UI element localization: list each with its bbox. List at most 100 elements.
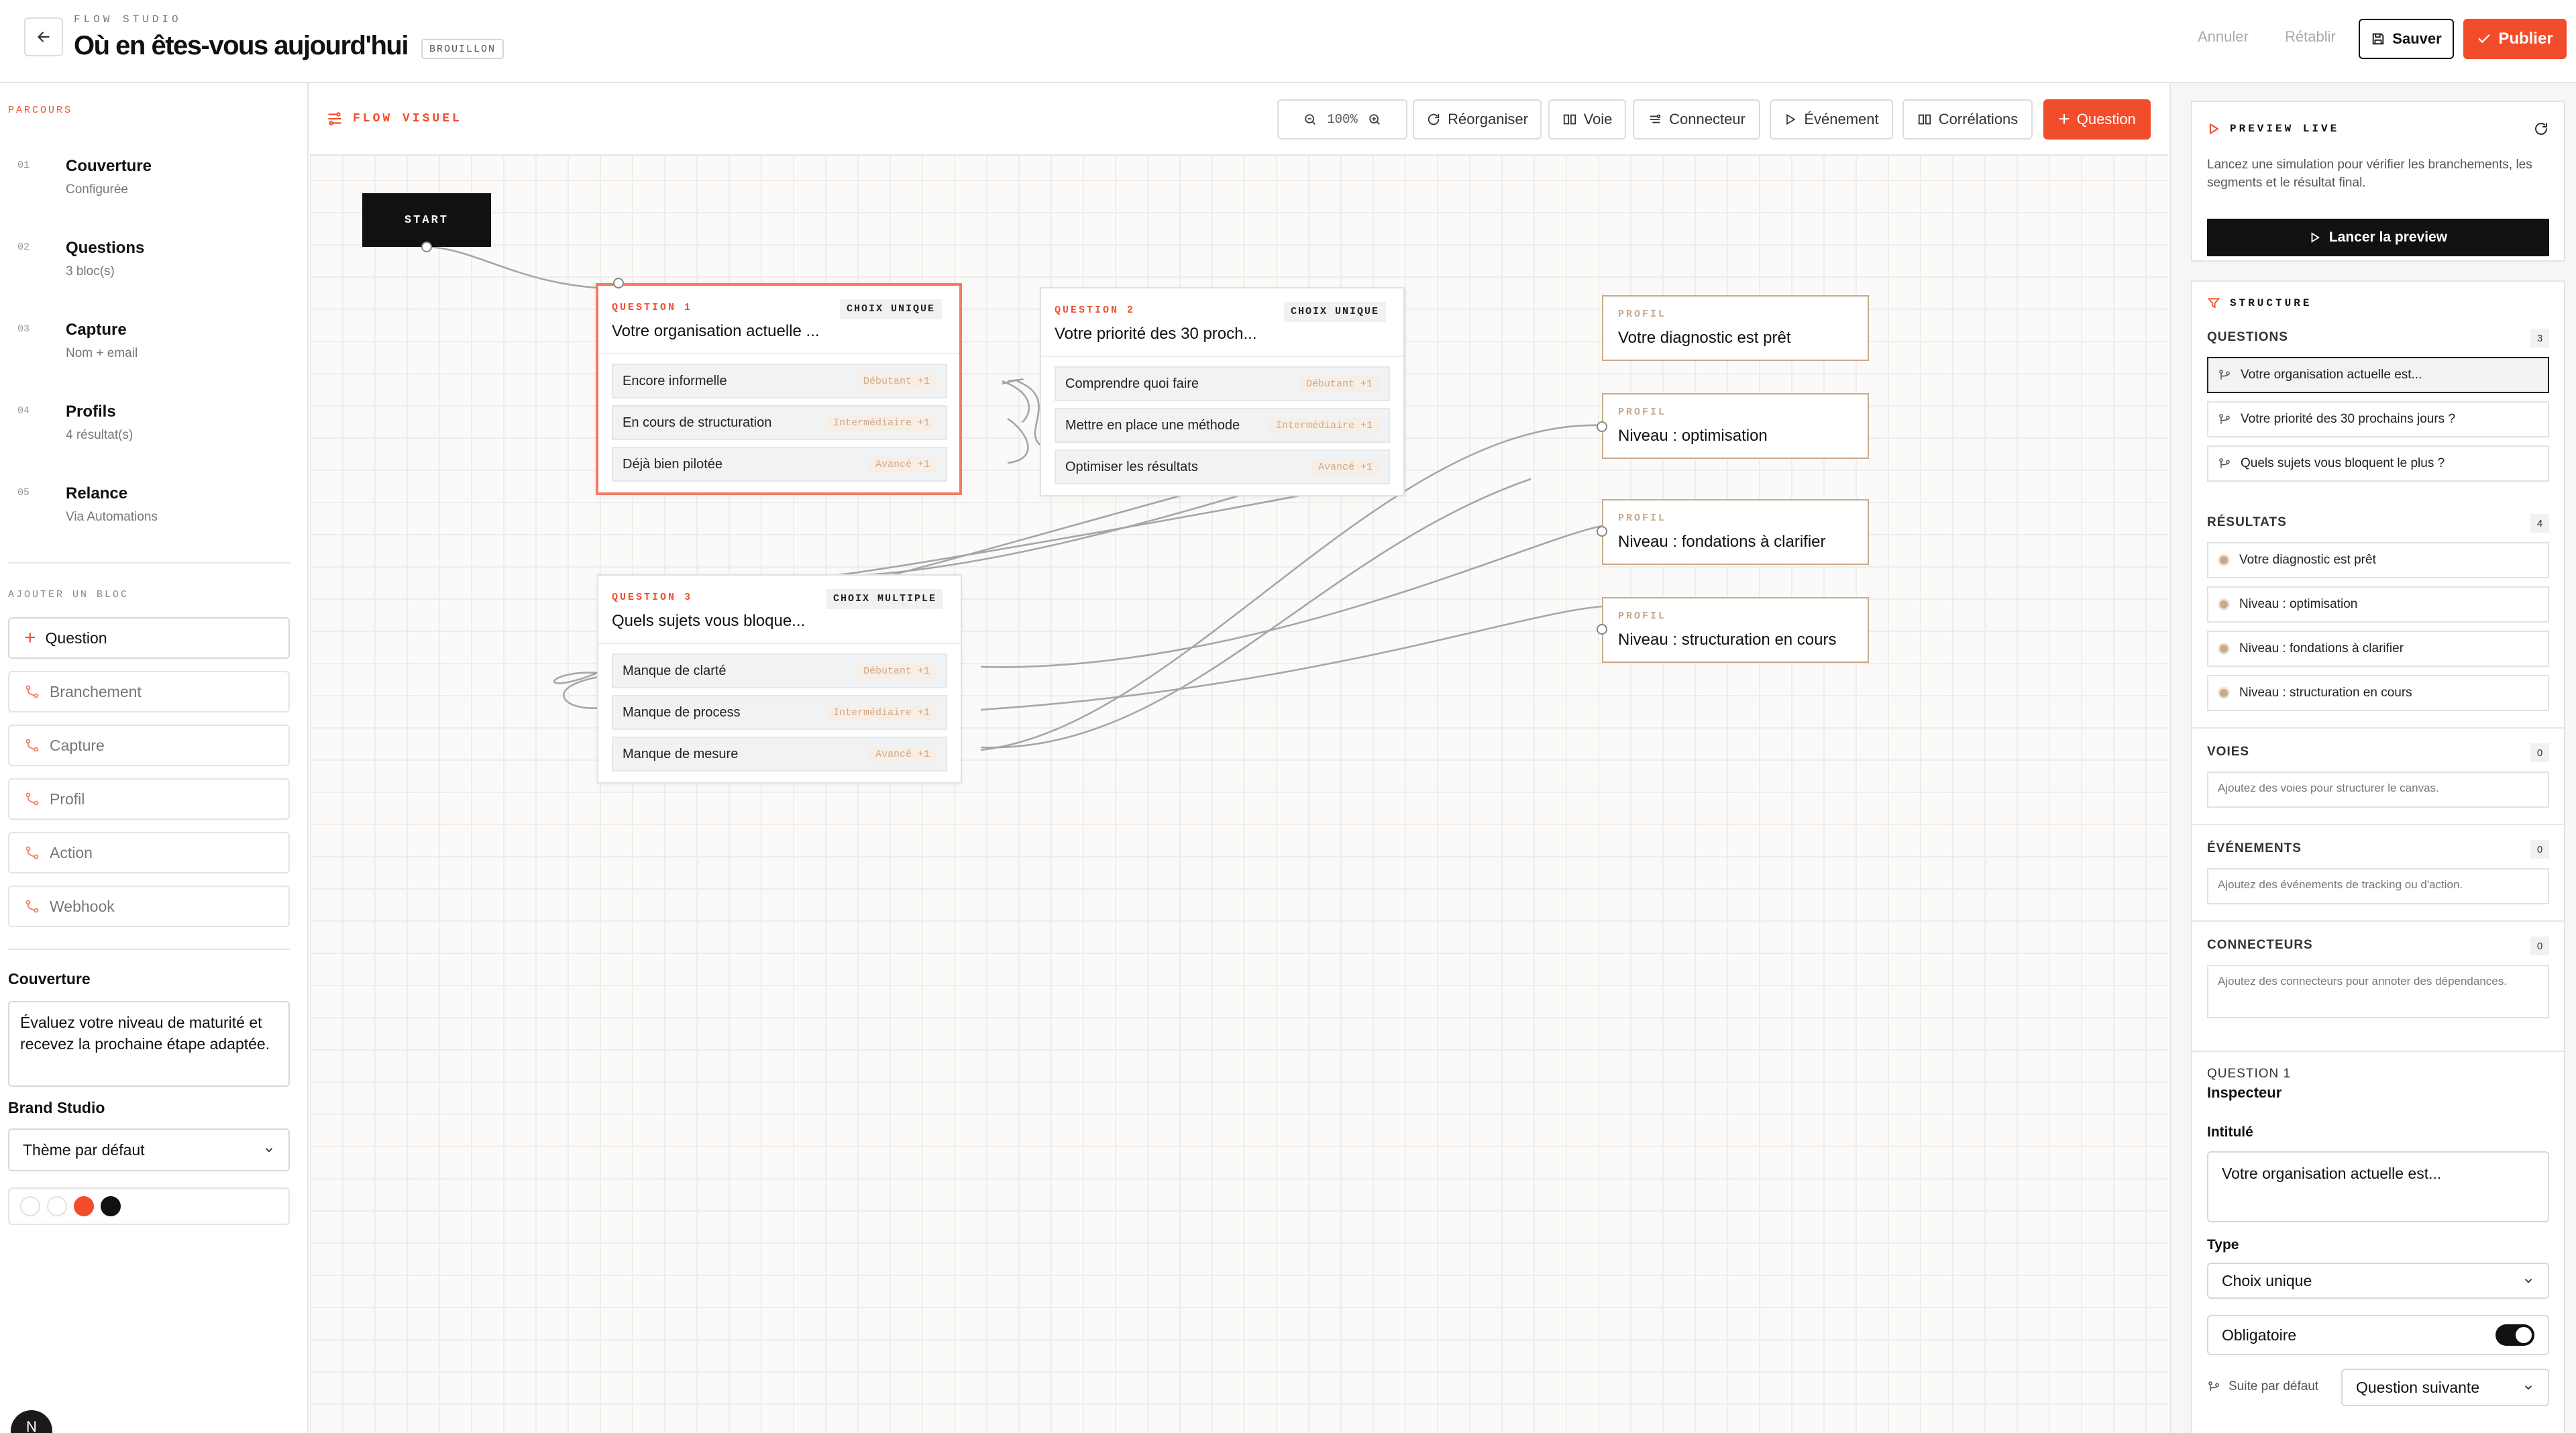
- answer-option[interactable]: Manque de process Intermédiaire +1: [612, 695, 947, 730]
- step-couverture[interactable]: 01 Couverture Configurée: [0, 153, 295, 220]
- profile-title: Niveau : optimisation: [1618, 427, 1768, 445]
- answer-option[interactable]: Manque de mesure Avancé +1: [612, 737, 947, 772]
- structure-question-item[interactable]: Votre priorité des 30 prochains jours ?: [2207, 401, 2549, 437]
- brand-heading: Brand Studio: [8, 1099, 105, 1116]
- structure-item-label: Quels sujets vous bloquent le plus ?: [2241, 456, 2445, 470]
- option-label: Encore informelle: [623, 373, 727, 388]
- branch-icon: [2208, 1381, 2219, 1391]
- profile-card[interactable]: PROFIL Niveau : structuration en cours: [1602, 597, 1869, 663]
- option-label: Comprendre quoi faire: [1065, 376, 1199, 391]
- input-port[interactable]: [1597, 421, 1607, 432]
- back-button[interactable]: [24, 17, 63, 56]
- lanes-group-label: VOIES: [2207, 745, 2250, 759]
- cover-textarea[interactable]: Évaluez votre niveau de maturité et rece…: [8, 1001, 290, 1087]
- preview-title: PREVIEW LIVE: [2230, 123, 2340, 135]
- swatch[interactable]: [101, 1196, 121, 1216]
- input-port[interactable]: [1597, 526, 1607, 537]
- preview-card: PREVIEW LIVE Lancez une simulation pour …: [2191, 101, 2565, 262]
- avatar[interactable]: N: [11, 1410, 52, 1433]
- profile-eyebrow: PROFIL: [1618, 513, 1667, 524]
- structure-question-item[interactable]: Quels sujets vous bloquent le plus ?: [2207, 445, 2549, 482]
- input-port[interactable]: [1597, 624, 1607, 635]
- structure-result-item[interactable]: Niveau : fondations à clarifier: [2207, 631, 2549, 667]
- branch-icon: [25, 900, 39, 913]
- question-card-2[interactable]: QUESTION 2 CHOIX UNIQUE Votre priorité d…: [1040, 287, 1405, 496]
- step-number: 04: [17, 405, 30, 417]
- app-eyebrow: FLOW STUDIO: [74, 13, 182, 25]
- type-field-label: Type: [2207, 1237, 2239, 1253]
- structure-question-item[interactable]: Votre organisation actuelle est...: [2207, 357, 2549, 393]
- redo-button[interactable]: Rétablir: [2285, 28, 2336, 46]
- structure-result-item[interactable]: Niveau : optimisation: [2207, 586, 2549, 623]
- required-toggle[interactable]: [2496, 1324, 2534, 1346]
- top-bar: FLOW STUDIO Où en êtes-vous aujourd'hui …: [0, 0, 2576, 83]
- structure-item-label: Niveau : optimisation: [2239, 597, 2358, 611]
- left-sidebar: PARCOURS 01 Couverture Configurée 02 Que…: [0, 83, 309, 1433]
- flow-connectors: [426, 246, 1603, 751]
- add-button-label: Action: [50, 843, 93, 861]
- answer-option[interactable]: Déjà bien pilotée Avancé +1: [612, 447, 947, 482]
- add-button-label: Profil: [50, 790, 85, 808]
- add-branch-button[interactable]: Branchement: [8, 671, 290, 712]
- required-toggle-row[interactable]: Obligatoire: [2207, 1315, 2549, 1355]
- add-action-button[interactable]: Action: [8, 832, 290, 873]
- flow-canvas[interactable]: FLOW VISUEL 100% Réorganiser Voie Connec…: [310, 83, 2168, 1433]
- step-relance[interactable]: 05 Relance Via Automations: [0, 480, 295, 547]
- swatch[interactable]: [20, 1196, 40, 1216]
- step-number: 02: [17, 242, 30, 253]
- question-title: Votre organisation actuelle ...: [612, 322, 820, 340]
- default-next-value: Question suivante: [2356, 1378, 2480, 1396]
- default-next-select[interactable]: Question suivante: [2341, 1369, 2549, 1406]
- type-select-value: Choix unique: [2222, 1271, 2312, 1289]
- answer-option[interactable]: Encore informelle Débutant +1: [612, 364, 947, 399]
- question-eyebrow: QUESTION 2: [1055, 305, 1136, 316]
- page-title[interactable]: Où en êtes-vous aujourd'hui: [74, 31, 409, 61]
- launch-preview-button[interactable]: Lancer la preview: [2207, 219, 2549, 256]
- funnel-icon: [2207, 298, 2220, 309]
- swatch[interactable]: [47, 1196, 67, 1216]
- brand-theme-select[interactable]: Thème par défaut: [8, 1128, 290, 1171]
- option-label: En cours de structuration: [623, 415, 772, 430]
- right-panel: PREVIEW LIVE Lancez une simulation pour …: [2169, 83, 2576, 1433]
- plus-icon: +: [24, 627, 36, 649]
- branch-icon: [25, 792, 39, 806]
- connector-line: [980, 525, 1603, 668]
- inspector-card: QUESTION 1 Inspecteur Intitulé Votre org…: [2191, 1051, 2565, 1433]
- answer-option[interactable]: Optimiser les résultats Avancé +1: [1055, 449, 1390, 484]
- step-profils[interactable]: 04 Profils 4 résultat(s): [0, 399, 295, 466]
- divider: [2192, 920, 2565, 922]
- question-type-select[interactable]: Choix unique: [2207, 1263, 2549, 1299]
- question-card-3[interactable]: QUESTION 3 CHOIX MULTIPLE Quels sujets v…: [597, 574, 962, 784]
- question-label-input[interactable]: Votre organisation actuelle est...: [2207, 1151, 2549, 1222]
- answer-option[interactable]: Comprendre quoi faire Débutant +1: [1055, 366, 1390, 401]
- step-subtitle: 3 bloc(s): [66, 264, 115, 278]
- structure-result-item[interactable]: Votre diagnostic est prêt: [2207, 542, 2549, 578]
- question-title: Votre priorité des 30 proch...: [1055, 325, 1257, 343]
- save-button[interactable]: Sauver: [2359, 19, 2454, 59]
- structure-result-item[interactable]: Niveau : structuration en cours: [2207, 675, 2549, 711]
- add-capture-button[interactable]: Capture: [8, 725, 290, 766]
- profile-card[interactable]: PROFIL Niveau : optimisation: [1602, 393, 1869, 459]
- profile-card[interactable]: PROFIL Votre diagnostic est prêt: [1602, 295, 1869, 361]
- undo-button[interactable]: Annuler: [2198, 28, 2249, 46]
- profile-card[interactable]: PROFIL Niveau : fondations à clarifier: [1602, 499, 1869, 565]
- inspector-title: Inspecteur: [2207, 1084, 2282, 1101]
- answer-option[interactable]: En cours de structuration Intermédiaire …: [612, 405, 947, 440]
- refresh-icon[interactable]: [2533, 121, 2549, 137]
- step-questions[interactable]: 02 Questions 3 bloc(s): [0, 235, 295, 302]
- answer-option[interactable]: Mettre en place une méthode Intermédiair…: [1055, 408, 1390, 443]
- chevron-down-icon: [2524, 1279, 2532, 1283]
- start-node[interactable]: START: [362, 193, 491, 247]
- swatch[interactable]: [74, 1196, 94, 1216]
- add-question-button[interactable]: + Question: [8, 617, 290, 659]
- add-webhook-button[interactable]: Webhook: [8, 886, 290, 927]
- publish-button[interactable]: Publier: [2463, 19, 2567, 59]
- input-port[interactable]: [613, 278, 624, 288]
- step-capture[interactable]: 03 Capture Nom + email: [0, 317, 295, 384]
- connectors-count: 0: [2530, 937, 2549, 955]
- start-port[interactable]: [421, 242, 432, 252]
- answer-option[interactable]: Manque de clarté Débutant +1: [612, 653, 947, 688]
- add-profile-button[interactable]: Profil: [8, 778, 290, 820]
- structure-item-label: Niveau : structuration en cours: [2239, 686, 2412, 700]
- question-card-1[interactable]: QUESTION 1 CHOIX UNIQUE Votre organisati…: [596, 283, 962, 495]
